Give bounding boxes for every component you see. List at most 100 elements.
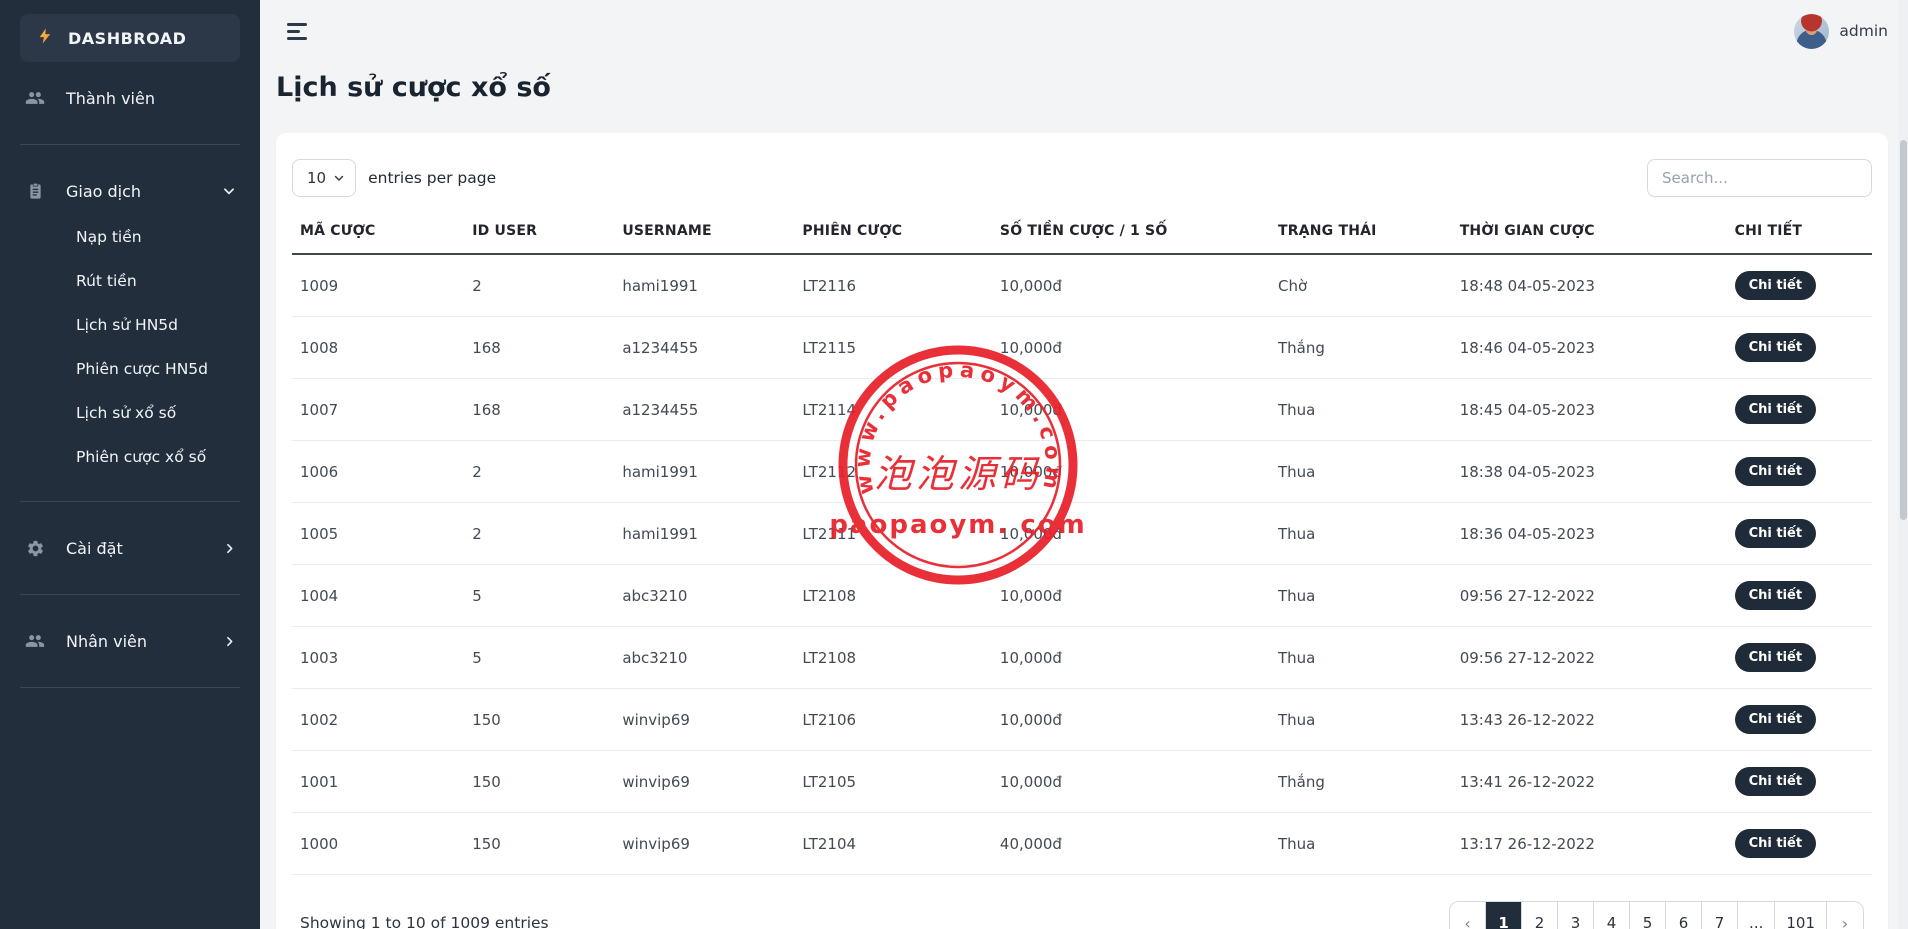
cell-user-id: 168 bbox=[464, 379, 614, 441]
cell-username: abc3210 bbox=[614, 565, 794, 627]
page-size-select[interactable]: 10 bbox=[292, 159, 356, 197]
cell-username: a1234455 bbox=[614, 317, 794, 379]
transactions-submenu: Nạp tiềnRút tiềnLịch sử HN5dPhiên cược H… bbox=[0, 215, 260, 479]
cell-session: LT2114 bbox=[794, 379, 992, 441]
brand-label: DASHBROAD bbox=[68, 29, 186, 48]
sidebar-item-label: Cài đặt bbox=[66, 539, 123, 558]
cell-status: Thua bbox=[1270, 379, 1452, 441]
pagination-page-101[interactable]: 101 bbox=[1775, 902, 1827, 929]
cell-bet-id: 1009 bbox=[292, 254, 464, 317]
pagination-page-4[interactable]: 4 bbox=[1594, 902, 1630, 929]
search-input[interactable] bbox=[1647, 159, 1872, 197]
sidebar-item-transactions[interactable]: Giao dịch bbox=[0, 167, 260, 215]
cell-amount: 10,000đ bbox=[992, 503, 1270, 565]
detail-button[interactable]: Chi tiết bbox=[1735, 829, 1816, 858]
cell-time: 18:38 04-05-2023 bbox=[1452, 441, 1727, 503]
cell-session: LT2108 bbox=[794, 565, 992, 627]
cell-bet-id: 1004 bbox=[292, 565, 464, 627]
cell-user-id: 150 bbox=[464, 813, 614, 875]
cell-detail: Chi tiết bbox=[1727, 503, 1872, 565]
pagination-ellipsis: ... bbox=[1738, 902, 1775, 929]
detail-button[interactable]: Chi tiết bbox=[1735, 767, 1816, 796]
avatar bbox=[1794, 14, 1829, 49]
sidebar-subitem[interactable]: Rút tiền bbox=[0, 259, 260, 303]
cell-bet-id: 1000 bbox=[292, 813, 464, 875]
sidebar-item-label: Thành viên bbox=[66, 89, 155, 108]
detail-button[interactable]: Chi tiết bbox=[1735, 519, 1816, 548]
cell-user-id: 5 bbox=[464, 627, 614, 689]
pagination-prev[interactable]: ‹ bbox=[1450, 902, 1486, 929]
chevron-down-icon bbox=[333, 172, 345, 184]
cell-username: winvip69 bbox=[614, 813, 794, 875]
cell-detail: Chi tiết bbox=[1727, 813, 1872, 875]
table-header-row: MÃ CƯỢC ID USER USERNAME PHIÊN CƯỢC SỐ T… bbox=[292, 211, 1872, 254]
detail-button[interactable]: Chi tiết bbox=[1735, 457, 1816, 486]
pagination-page-3[interactable]: 3 bbox=[1558, 902, 1594, 929]
sidebar-subitem[interactable]: Lịch sử HN5d bbox=[0, 303, 260, 347]
cell-status: Thua bbox=[1270, 441, 1452, 503]
pagination-page-2[interactable]: 2 bbox=[1522, 902, 1558, 929]
chevron-right-icon bbox=[223, 542, 236, 555]
detail-button[interactable]: Chi tiết bbox=[1735, 395, 1816, 424]
pagination-next[interactable]: › bbox=[1827, 902, 1863, 929]
cell-username: hami1991 bbox=[614, 503, 794, 565]
cell-username: winvip69 bbox=[614, 751, 794, 813]
cell-bet-id: 1003 bbox=[292, 627, 464, 689]
detail-button[interactable]: Chi tiết bbox=[1735, 643, 1816, 672]
cell-user-id: 168 bbox=[464, 317, 614, 379]
sidebar-subitem[interactable]: Phiên cược HN5d bbox=[0, 347, 260, 391]
detail-button[interactable]: Chi tiết bbox=[1735, 705, 1816, 734]
cell-time: 13:41 26-12-2022 bbox=[1452, 751, 1727, 813]
column-header-user-id: ID USER bbox=[464, 211, 614, 254]
cell-detail: Chi tiết bbox=[1727, 565, 1872, 627]
table-footer: Showing 1 to 10 of 1009 entries ‹1234567… bbox=[292, 901, 1872, 929]
cell-status: Thua bbox=[1270, 813, 1452, 875]
table-row: 1007168a1234455LT211410,000đThua18:45 04… bbox=[292, 379, 1872, 441]
cell-status: Thua bbox=[1270, 503, 1452, 565]
sidebar-item-members[interactable]: Thành viên bbox=[0, 74, 260, 122]
pagination-page-5[interactable]: 5 bbox=[1630, 902, 1666, 929]
cell-time: 18:46 04-05-2023 bbox=[1452, 317, 1727, 379]
sidebar-subitem[interactable]: Phiên cược xổ số bbox=[0, 435, 260, 479]
pagination-page-1[interactable]: 1 bbox=[1486, 902, 1522, 929]
cell-username: hami1991 bbox=[614, 254, 794, 317]
cell-time: 18:36 04-05-2023 bbox=[1452, 503, 1727, 565]
cell-user-id: 2 bbox=[464, 441, 614, 503]
column-header-amount: SỐ TIỀN CƯỢC / 1 SỐ bbox=[992, 211, 1270, 254]
menu-toggle-button[interactable] bbox=[283, 19, 311, 44]
chevron-down-icon bbox=[222, 184, 236, 198]
pagination-page-7[interactable]: 7 bbox=[1702, 902, 1738, 929]
cell-bet-id: 1007 bbox=[292, 379, 464, 441]
table-controls: 10 entries per page bbox=[292, 159, 1872, 197]
pagination-page-6[interactable]: 6 bbox=[1666, 902, 1702, 929]
user-menu[interactable]: admin bbox=[1794, 14, 1888, 49]
cell-time: 13:17 26-12-2022 bbox=[1452, 813, 1727, 875]
scrollbar-thumb[interactable] bbox=[1900, 140, 1907, 520]
cell-amount: 40,000đ bbox=[992, 813, 1270, 875]
cell-amount: 10,000đ bbox=[992, 627, 1270, 689]
sidebar-item-settings[interactable]: Cài đặt bbox=[0, 524, 260, 572]
cell-username: abc3210 bbox=[614, 627, 794, 689]
cell-status: Chờ bbox=[1270, 254, 1452, 317]
sidebar-divider bbox=[20, 687, 240, 688]
detail-button[interactable]: Chi tiết bbox=[1735, 581, 1816, 610]
cell-bet-id: 1005 bbox=[292, 503, 464, 565]
sidebar-subitem[interactable]: Lịch sử xổ số bbox=[0, 391, 260, 435]
cell-session: LT2111 bbox=[794, 503, 992, 565]
cell-session: LT2106 bbox=[794, 689, 992, 751]
sidebar-brand[interactable]: DASHBROAD bbox=[20, 14, 240, 62]
users-icon bbox=[24, 630, 46, 652]
cell-user-id: 2 bbox=[464, 254, 614, 317]
cell-detail: Chi tiết bbox=[1727, 689, 1872, 751]
cell-user-id: 2 bbox=[464, 503, 614, 565]
cell-time: 18:48 04-05-2023 bbox=[1452, 254, 1727, 317]
detail-button[interactable]: Chi tiết bbox=[1735, 271, 1816, 300]
sidebar-divider bbox=[20, 144, 240, 145]
sidebar-item-staff[interactable]: Nhân viên bbox=[0, 617, 260, 665]
scrollbar-track[interactable] bbox=[1898, 0, 1908, 929]
sidebar-subitem[interactable]: Nạp tiền bbox=[0, 215, 260, 259]
username-label: admin bbox=[1839, 22, 1888, 40]
users-icon bbox=[24, 87, 46, 109]
cell-status: Thắng bbox=[1270, 751, 1452, 813]
detail-button[interactable]: Chi tiết bbox=[1735, 333, 1816, 362]
